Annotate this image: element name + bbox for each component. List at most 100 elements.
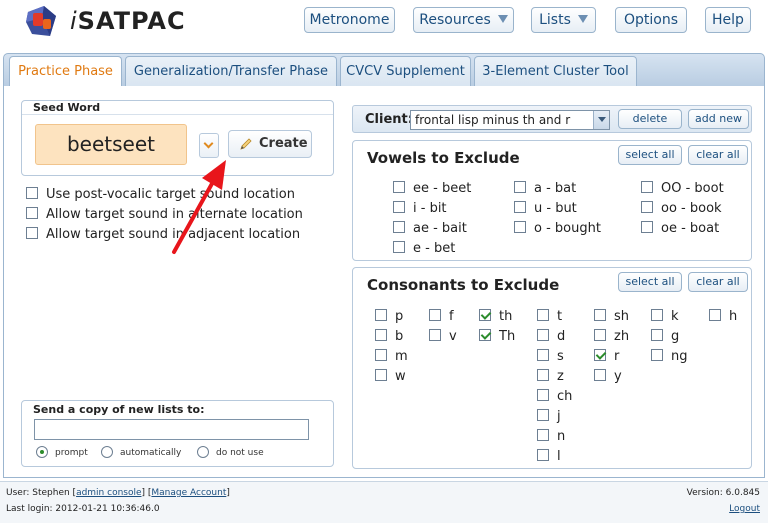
vowel-option[interactable]: u - but [514,201,577,216]
checkbox[interactable] [393,201,405,213]
checkbox[interactable] [514,201,526,213]
lists-menu-button[interactable]: Lists [531,7,596,33]
consonant-option[interactable]: t [537,309,562,324]
consonants-clear-all-button[interactable]: clear all [688,272,748,292]
checkbox[interactable] [429,329,441,341]
consonant-option[interactable]: p [375,309,403,324]
consonant-option[interactable]: b [375,329,403,344]
checkbox[interactable] [479,329,491,341]
checkbox[interactable] [26,187,38,199]
vowel-option[interactable]: oo - book [641,201,722,216]
consonant-option[interactable]: y [594,369,622,384]
consonant-option[interactable]: s [537,349,564,364]
consonant-option[interactable]: j [537,409,561,424]
options-button[interactable]: Options [615,7,687,33]
checkbox[interactable] [537,309,549,321]
consonant-option[interactable]: w [375,369,406,384]
vowel-option[interactable]: i - bit [393,201,447,216]
option-adjacent-location[interactable]: Allow target sound in adjacent location [26,227,300,242]
consonant-option[interactable]: g [651,329,679,344]
vowel-option[interactable]: ee - beet [393,181,471,196]
checkbox[interactable] [641,181,653,193]
consonant-option[interactable]: m [375,349,408,364]
checkbox[interactable] [393,241,405,253]
consonant-option[interactable]: v [429,329,457,344]
tab-practice-phase[interactable]: Practice Phase [9,56,122,88]
consonant-option[interactable]: k [651,309,679,324]
consonant-option[interactable]: sh [594,309,629,324]
vowel-option[interactable]: e - bet [393,241,455,256]
consonant-option[interactable]: ng [651,349,688,364]
checkbox[interactable] [537,429,549,441]
checkbox[interactable] [594,349,606,361]
consonant-option[interactable]: th [479,309,512,324]
logout-link[interactable]: Logout [729,504,760,514]
consonant-option[interactable]: Th [479,329,515,344]
consonant-option[interactable]: f [429,309,454,324]
checkbox[interactable] [375,309,387,321]
vowel-option[interactable]: o - bought [514,221,601,236]
checkbox[interactable] [594,309,606,321]
radio-button[interactable] [36,446,48,458]
checkbox[interactable] [514,181,526,193]
checkbox[interactable] [26,227,38,239]
checkbox[interactable] [537,369,549,381]
checkbox[interactable] [479,309,491,321]
checkbox[interactable] [537,389,549,401]
metronome-button[interactable]: Metronome [304,7,395,33]
consonant-option[interactable]: h [709,309,737,324]
checkbox[interactable] [641,221,653,233]
vowel-option[interactable]: OO - boot [641,181,724,196]
consonant-option[interactable]: ch [537,389,572,404]
checkbox[interactable] [393,221,405,233]
option-alternate-location[interactable]: Allow target sound in alternate location [26,207,303,222]
seed-word-dropdown[interactable] [199,133,219,158]
resources-menu-button[interactable]: Resources [413,7,514,33]
checkbox[interactable] [594,369,606,381]
checkbox[interactable] [26,207,38,219]
add-client-button[interactable]: add new [688,109,749,129]
client-select[interactable]: frontal lisp minus th and r [410,110,610,130]
admin-console-link[interactable]: admin console [76,488,141,498]
consonant-option[interactable]: d [537,329,565,344]
delete-client-button[interactable]: delete [618,109,682,129]
checkbox[interactable] [537,449,549,461]
checkbox[interactable] [537,329,549,341]
tab-cvcv-supplement[interactable]: CVCV Supplement [340,56,471,87]
radio-prompt[interactable]: prompt [36,446,88,458]
consonant-option[interactable]: zh [594,329,629,344]
checkbox[interactable] [651,349,663,361]
checkbox[interactable] [375,329,387,341]
vowel-option[interactable]: a - bat [514,181,576,196]
checkbox[interactable] [641,201,653,213]
vowels-select-all-button[interactable]: select all [618,145,682,165]
radio-automatically[interactable]: automatically [101,446,181,458]
consonant-option[interactable]: z [537,369,564,384]
radio-button[interactable] [101,446,113,458]
consonants-select-all-button[interactable]: select all [618,272,682,292]
vowels-clear-all-button[interactable]: clear all [688,145,748,165]
checkbox[interactable] [537,409,549,421]
manage-account-link[interactable]: Manage Account [151,488,226,498]
checkbox[interactable] [594,329,606,341]
consonant-option[interactable]: n [537,429,565,444]
checkbox[interactable] [429,309,441,321]
checkbox[interactable] [393,181,405,193]
checkbox[interactable] [375,369,387,381]
consonant-option[interactable]: l [537,449,561,464]
checkbox[interactable] [651,329,663,341]
checkbox[interactable] [537,349,549,361]
seed-word-field[interactable]: beetseet [35,124,187,165]
send-copy-input[interactable] [34,419,309,440]
checkbox[interactable] [709,309,721,321]
vowel-option[interactable]: oe - boat [641,221,719,236]
radio-button[interactable] [197,446,209,458]
tab-3-element-cluster[interactable]: 3-Element Cluster Tool [474,56,637,87]
tab-generalization-transfer[interactable]: Generalization/Transfer Phase [125,56,337,87]
consonant-option[interactable]: r [594,349,619,364]
checkbox[interactable] [375,349,387,361]
option-post-vocalic[interactable]: Use post-vocalic target sound location [26,187,295,202]
help-button[interactable]: Help [705,7,751,33]
radio-do-not-use[interactable]: do not use [197,446,264,458]
checkbox[interactable] [651,309,663,321]
